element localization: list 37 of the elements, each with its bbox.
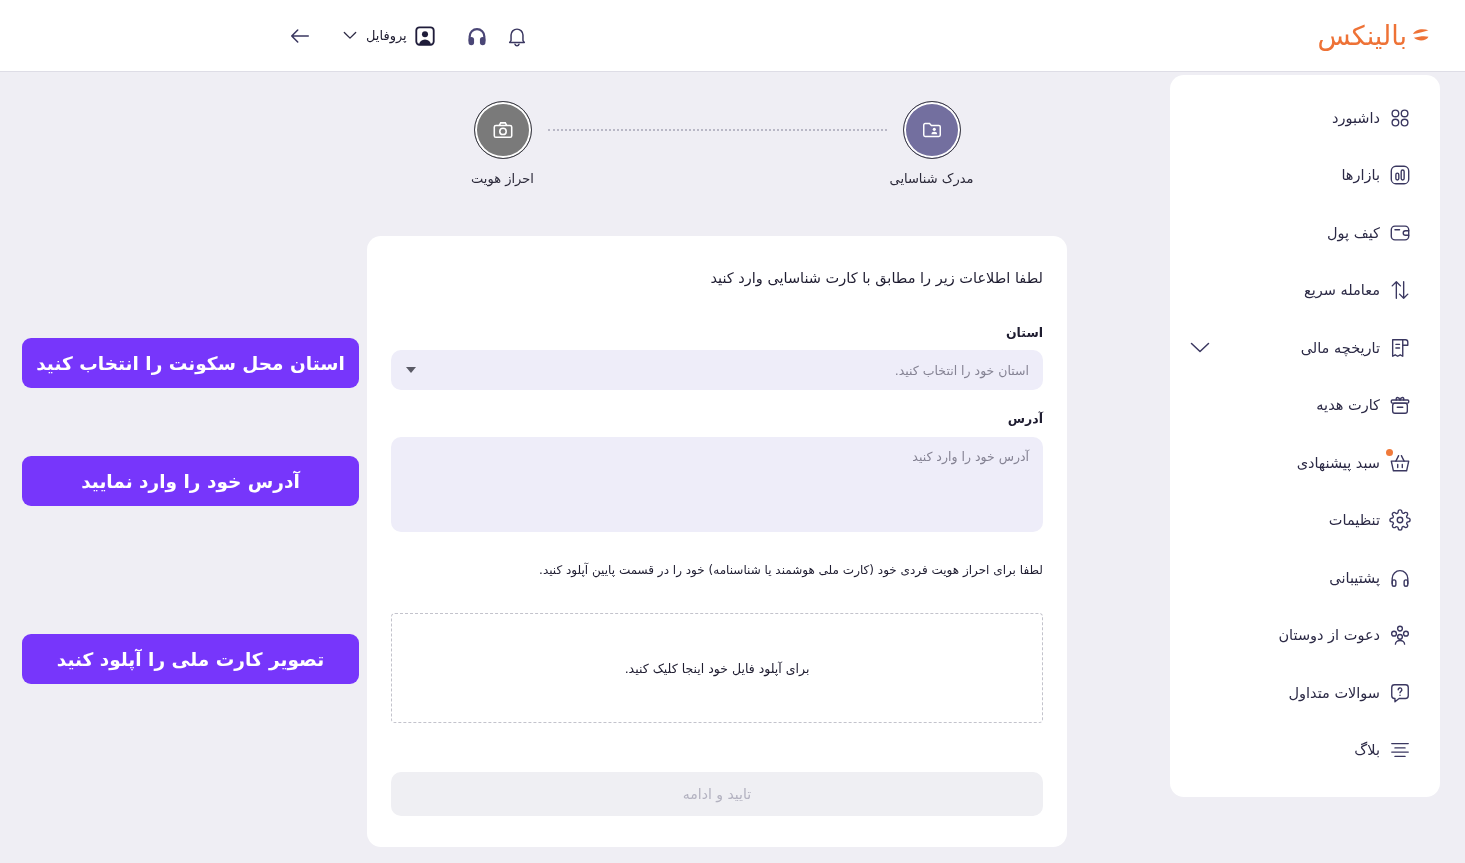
sidebar-item[interactable]: پشتیبانی [1170, 549, 1440, 607]
logo-icon [1411, 28, 1430, 43]
profile-menu-button[interactable]: پروفایل [343, 24, 436, 47]
bar-chart-icon [1389, 164, 1411, 187]
gear-icon [1389, 509, 1411, 532]
sidebar-item[interactable]: سبد پیشنهادی [1170, 434, 1440, 492]
sidebar-item[interactable]: کیف پول [1170, 204, 1440, 262]
sidebar-item[interactable]: بلاگ [1170, 721, 1440, 779]
grid-icon [1389, 106, 1411, 129]
sidebar-item[interactable]: کارت هدیه [1170, 376, 1440, 434]
chevron-down-icon [343, 31, 357, 40]
form-title: لطفا اطلاعات زیر را مطابق با کارت شناسایی وارد کنید [709, 269, 1043, 289]
field-label: استان [1004, 324, 1043, 342]
gift-icon [1389, 394, 1411, 417]
file-upload-dropzone[interactable]: برای آپلود فایل خود اینجا کلیک کنید. [391, 613, 1043, 723]
address-field[interactable]: آدرس خود را وارد کنید [391, 437, 1043, 532]
brand-name: بالینکس [1317, 19, 1407, 52]
question-bubble-icon [1389, 681, 1411, 704]
sidebar-item[interactable]: سوالات متداول [1170, 664, 1440, 722]
step-label: مدرک شناسایی [889, 170, 974, 188]
callout-banner: استان محل سکونت را انتخاب کنید [22, 338, 359, 388]
callout-banner: آدرس خود را وارد نمایید [22, 456, 359, 506]
sidebar-item[interactable]: بازارها [1170, 146, 1440, 204]
sidebar-item[interactable]: دعوت از دوستان [1170, 606, 1440, 664]
sidebar-item[interactable]: تاریخچه مالی [1170, 319, 1440, 377]
profile-icon [413, 24, 436, 47]
upload-instructions: لطفا برای احراز هویت فردی خود (کارت ملی هوشمند یا شناسنامه) خود را در قسمت پایین آپلود کنید. [538, 561, 1043, 580]
callout-banner: تصویر کارت ملی را آپلود کنید [22, 634, 359, 684]
sidebar-item[interactable]: داشبورد [1170, 89, 1440, 147]
up-down-arrows-icon [1389, 279, 1411, 302]
sidebar-item[interactable]: تنظیمات [1170, 491, 1440, 549]
step-label: احراز هویت [471, 170, 534, 188]
field-label: آدرس [1006, 410, 1043, 428]
receipt-icon [1389, 336, 1411, 359]
dropdown-caret-icon [406, 367, 416, 373]
sidebar-item[interactable]: معامله سریع [1170, 261, 1440, 319]
people-icon [1389, 624, 1411, 647]
